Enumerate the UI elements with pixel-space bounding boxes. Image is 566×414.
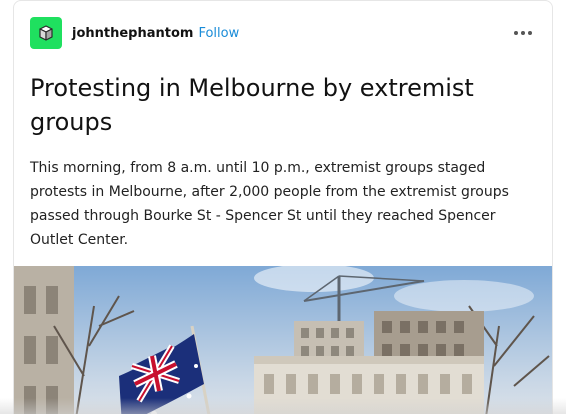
post-title: Protesting in Melbourne by extremist gro…: [30, 74, 474, 136]
author-username[interactable]: johnthephantom: [72, 26, 193, 41]
post-card: johnthephantom Follow Protesting in Melb…: [13, 0, 553, 414]
post-body: This morning, from 8 a.m. until 10 p.m.,…: [30, 160, 509, 248]
avatar[interactable]: [30, 17, 62, 49]
more-dots-icon: [514, 31, 518, 35]
post-photo[interactable]: [14, 266, 553, 414]
more-dots-icon-dot: [528, 31, 532, 35]
follow-button[interactable]: Follow: [198, 26, 239, 41]
post-header: johnthephantom Follow: [30, 17, 538, 49]
more-options-button[interactable]: [508, 23, 538, 43]
cube-icon: [39, 25, 53, 41]
more-dots-icon-dot: [521, 31, 525, 35]
